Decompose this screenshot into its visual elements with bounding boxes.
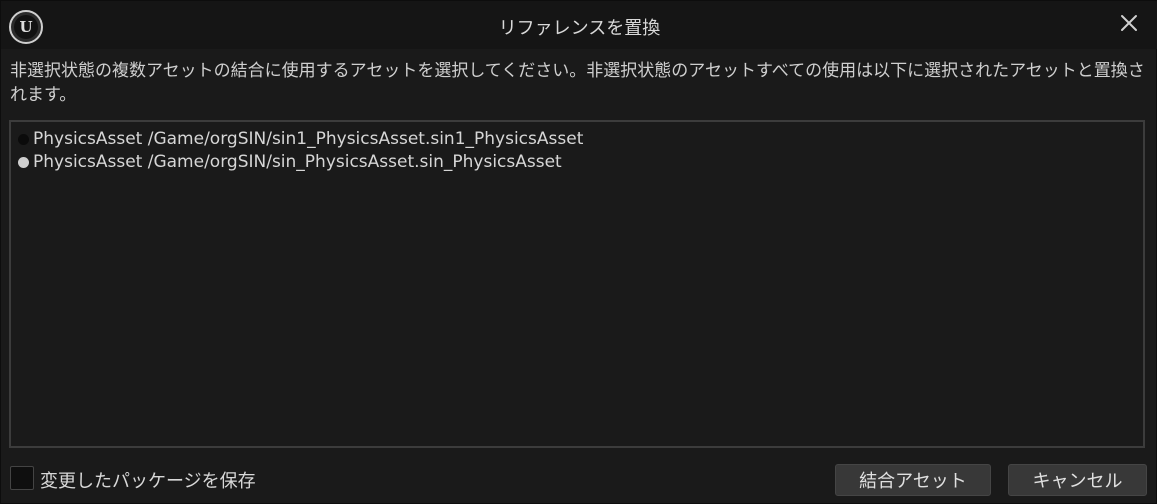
asset-label: PhysicsAsset /Game/orgSIN/sin_PhysicsAss… xyxy=(33,152,562,172)
cancel-button[interactable]: キャンセル xyxy=(1008,464,1147,496)
save-packages-label: 変更したパッケージを保存 xyxy=(40,471,256,492)
save-packages-checkbox[interactable] xyxy=(10,466,34,490)
close-button[interactable] xyxy=(1116,10,1142,36)
radio-selected-icon[interactable] xyxy=(18,156,29,168)
dialog-title: リファレンスを置換 xyxy=(498,18,661,39)
title-bar[interactable]: U リファレンスを置換 xyxy=(1,1,1157,49)
asset-list-item[interactable]: PhysicsAsset /Game/orgSIN/sin1_PhysicsAs… xyxy=(18,128,583,150)
replace-references-dialog: U リファレンスを置換 非選択状態の複数アセットの結合に使用するアセットを選択し… xyxy=(0,0,1157,504)
radio-unselected-icon[interactable] xyxy=(18,133,29,145)
asset-list[interactable]: PhysicsAsset /Game/orgSIN/sin1_PhysicsAs… xyxy=(9,120,1145,448)
merge-assets-button[interactable]: 結合アセット xyxy=(835,464,991,496)
instruction-text: 非選択状態の複数アセットの結合に使用するアセットを選択してください。非選択状態の… xyxy=(10,61,1145,105)
asset-list-item[interactable]: PhysicsAsset /Game/orgSIN/sin_PhysicsAss… xyxy=(18,151,562,173)
asset-label: PhysicsAsset /Game/orgSIN/sin1_PhysicsAs… xyxy=(33,129,584,149)
close-icon xyxy=(1121,15,1137,31)
